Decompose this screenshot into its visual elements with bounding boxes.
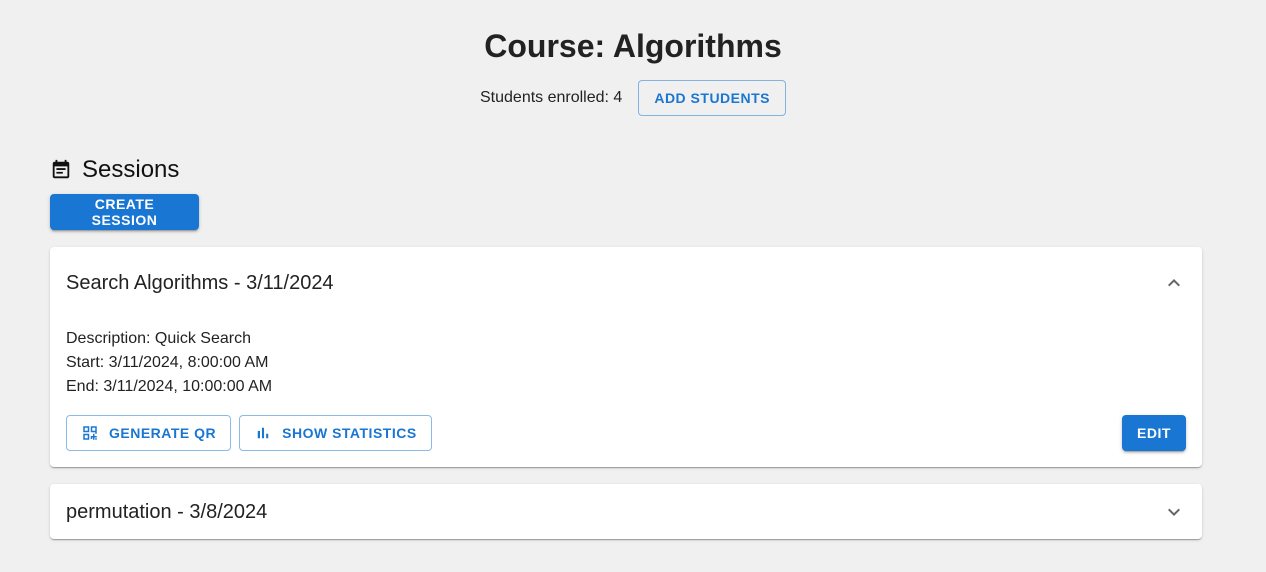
show-statistics-button[interactable]: SHOW STATISTICS xyxy=(239,415,432,451)
chevron-down-icon[interactable] xyxy=(1162,500,1186,524)
session-actions: GENERATE QR SHOW STATISTICS EDIT xyxy=(66,415,1186,451)
session-card-header[interactable]: permutation - 3/8/2024 xyxy=(66,494,1186,530)
bar-chart-icon xyxy=(254,424,272,442)
session-title: permutation - 3/8/2024 xyxy=(66,500,268,523)
chevron-up-icon[interactable] xyxy=(1162,271,1186,295)
calendar-icon xyxy=(50,159,72,181)
edit-button[interactable]: EDIT xyxy=(1122,415,1186,451)
create-session-button[interactable]: CREATE SESSION xyxy=(50,194,199,230)
session-start: Start: 3/11/2024, 8:00:00 AM xyxy=(66,354,269,371)
add-students-button[interactable]: ADD STUDENTS xyxy=(638,80,786,116)
session-card-header[interactable]: Search Algorithms - 3/11/2024 xyxy=(66,265,1186,301)
page-title: Course: Algorithms xyxy=(484,28,782,64)
session-title: Search Algorithms - 3/11/2024 xyxy=(66,271,334,294)
enrolled-count: Students enrolled: 4 xyxy=(480,89,623,106)
session-card: permutation - 3/8/2024 xyxy=(50,484,1202,539)
session-details: Description: Quick Search Start: 3/11/20… xyxy=(66,327,272,399)
sessions-heading: Sessions xyxy=(50,155,179,185)
generate-qr-button[interactable]: GENERATE QR xyxy=(66,415,232,451)
session-card: Search Algorithms - 3/11/2024 Descriptio… xyxy=(50,247,1202,467)
qr-code-icon xyxy=(81,424,99,442)
session-description: Description: Quick Search xyxy=(66,330,251,347)
generate-qr-label: GENERATE QR xyxy=(109,425,217,441)
sessions-title: Sessions xyxy=(82,156,180,183)
session-end: End: 3/11/2024, 10:00:00 AM xyxy=(66,378,273,395)
enrollment-row: Students enrolled: 4 ADD STUDENTS xyxy=(0,80,1266,116)
show-statistics-label: SHOW STATISTICS xyxy=(282,425,417,441)
